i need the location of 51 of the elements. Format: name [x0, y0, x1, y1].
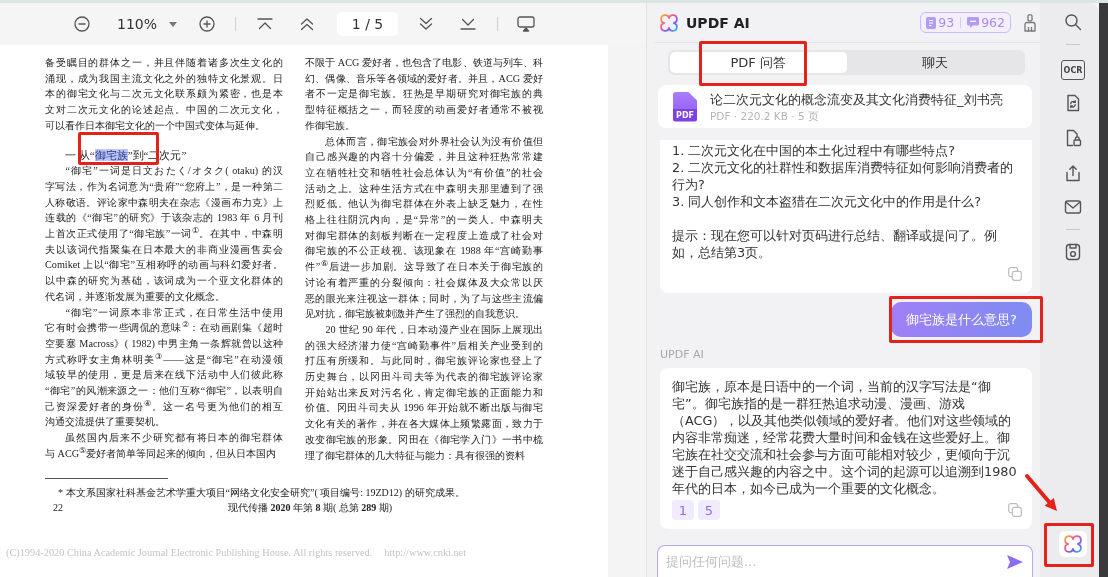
credit-count: 93 — [938, 15, 955, 30]
chat-bubble-icon — [967, 17, 980, 28]
four-petal-logo-icon — [660, 13, 678, 32]
broom-icon[interactable] — [1024, 13, 1036, 32]
page-number-field[interactable]: 1 / 5 — [337, 12, 399, 36]
envelope-icon[interactable] — [1064, 198, 1082, 216]
tab[interactable]: 聊天 — [846, 52, 1023, 73]
question-input[interactable]: 提问任何问题... — [657, 545, 1033, 577]
page-number: 22 — [53, 501, 64, 515]
file-name: 论二次元文化的概念流变及其文化消费特征_刘书亮 — [710, 90, 1003, 108]
zoom-dropdown[interactable]: 110% — [117, 16, 178, 32]
body-paragraph: 不限于 ACG 爱好者，也包含了电影、铁道与列车、科 幻、偶像、音乐等各领域的爱好者。并且，ACG 爱好 者不一定是御宅族。狂热是早期研究对御宅族的典 型特征概括之一，而轻度的动画爱好者通常不被视 作御宅族。 — [305, 56, 543, 133]
answer-text: 提示：现在您可以针对页码进行总结、翻译或提问了。例如，总结第3页。 — [672, 227, 998, 261]
source-url: http://www.cnki.net — [384, 547, 467, 559]
panel-title: UPDF AI — [686, 14, 750, 31]
send-icon[interactable] — [1006, 554, 1024, 570]
annotation-arrow — [1024, 473, 1060, 513]
plus-circle-icon[interactable] — [199, 16, 216, 32]
ai-assistant-button[interactable] — [1059, 531, 1087, 557]
body-paragraph: 总体而言，御宅族会对外界社会认为没有价值但 自己感兴趣的内容十分偏爱，并且这种狂热常常建 立在牺牲社交和牺牲社会总体认为“有价值”的社会 活动之上。这种生活方式在中森明夫那里遭到了强 烈贬低。他认为御宅群体在外表上缺乏魅力，在性 格上往往阴沉内向，是“异常”的一类人。中森明夫 对御宅群体的刻板判断在一定程度上造成了社会对 御宅族的不公正歧视。该现象在 1988 年“宫崎勤事 件”$^{⑥}$后进一步加剧。这导致了在日本关于御宅族的 讨论有着严重的分裂倾向：社会媒体及大众常以厌 恶的眼光来注视这一群体；同时，为了与这些主流偏 见对抗，御宅族被刺激并产生了强烈的自我意识。 — [305, 134, 543, 322]
body-paragraph: 虽然国内后来不少研究都有将日本的御宅群体 与 ACG$^{⑤}$爱好者简单等同起来的倾向，但从日本国内 — [45, 431, 283, 461]
footnote: * 本文系国家社科基金艺术学重大项目“网络文化安全研究”( 项目编号: 19ZD12) 的研究成果。 — [58, 486, 466, 500]
file-type-icon: PDF — [673, 91, 697, 122]
body-paragraph: 备受瞩目的群体之一，并且伴随着诸多次生文化的 涌现，成为我国主流文化之外的独特文化景观。日 本的御宅文化与二次元文化联系颇为紧密，也是本 文对二次元文化的论述起点。中国的二次元文化， 可以看作日本御宅文化的一个中国式变体与延伸。 — [45, 56, 283, 133]
body-paragraph: “御宅”一词原本非常正式，在日常生活中使用 它有时会携带一些调侃的意味$^{②}$：在动画剧集《超时 空要塞 Macross》( 1982) 中男主角一条辉就曾以这种 方式称呼女主角林明美$^{③}$——这是“御宅”在动漫领 域较早的使用，更是后来在线下活动中人们彼此称 “御宅”的风潮来源之一：他们互称“御宅”，以表明自 己资深爱好者的身份$^{④}$。这一名号更为他们的相互 沟通交流提供了重要契机。 — [45, 305, 283, 430]
question-bubble: 御宅族是什么意思? — [891, 302, 1032, 337]
caret-icon — [169, 21, 178, 27]
share-icon[interactable] — [1064, 164, 1082, 182]
annotation-frame — [1044, 523, 1094, 567]
search-icon[interactable] — [1064, 13, 1082, 31]
document-icon — [926, 16, 937, 29]
document-lock-icon[interactable] — [1064, 129, 1082, 147]
presentation-screen-icon[interactable] — [517, 16, 536, 32]
ocr-button[interactable]: OCR — [1061, 60, 1085, 80]
double-chevron-down-icon[interactable] — [418, 17, 435, 31]
double-chevron-up-icon[interactable] — [299, 17, 316, 31]
minus-circle-icon[interactable] — [74, 16, 90, 32]
save-icon[interactable] — [1064, 243, 1082, 261]
document-refresh-icon[interactable] — [1064, 94, 1082, 112]
body-paragraph: “御宅”一词是日文おたく/オタク( otaku) 的汉 字写法，作为名词意为“贵府”“您府上”，是一种第二 人称敬语。评论家中森明夫在杂志《漫画布力克》上 连载的《“御宅”的研究》于该杂志的 1983 年 6 月刊 上首次正式使用了“御宅族”一词$^{①}$。在其中，中森明 夫以该词代指聚集在日本最大的非商业漫画售卖会 Comiket 上以“御宅”互相称呼的动画与科幻爱好者。 以中森的研究为基础，该词成为一个亚文化群体的 代名词，并逐渐发展为重要的文化概念。 — [45, 164, 283, 304]
four-petal-logo-icon — [1064, 535, 1082, 553]
journal-info: 现代传播 2020 年第 8 期( 总第 289 期) — [228, 501, 393, 515]
file-meta: PDF · 220.2 KB · 5 页 — [710, 108, 820, 123]
chevron-up-bar-icon[interactable] — [257, 18, 274, 30]
sender-label: UPDF AI — [660, 349, 705, 361]
chevron-down-bar-icon[interactable] — [460, 18, 477, 30]
body-paragraph: 20 世纪 90 年代，日本动漫产业在国际上展现出 的强大经济潜力使“宫崎勤事件”后相关产业受到的 打压有所缓和。与此同时，御宅族评论家也登上了 历史舞台，以冈田斗司夫等为代表的御宅族评论家 开始站出来反对污名化，肯定御宅族的正面能力和 价值。冈田斗司夫从 1996 年开始就不断出版与御宅 文化有关的著作，并在各大媒体上频繁露面，致力于 改变御宅族的形象。冈田在《御宅学入门》一书中梳 理了御宅群体的几大特征与能力：具有很强的资料 — [305, 322, 543, 463]
credit-count: 962 — [981, 15, 1005, 30]
tab[interactable]: PDF 问答 — [670, 52, 847, 73]
answer-text: 御宅族，原本是日语中的一个词，当前的汉字写法是“御宅”。御宅族指的是一群狂热追求动漫、漫画、游戏（ACG），以及其他类似领域的爱好者。他们对这些领域的内容非常痴迷，经常花费大量时间和金钱在这些爱好上。御宅族在社交交流和社会参与方面可能相对较少，更倾向于沉迷于自己感兴趣的内容之中。这个词的起源可以追溯到1980年代的日本，如今已成为一个重要的文化概念。 — [672, 378, 1018, 497]
answer-text: 1. 二次元文化在中国的本土化过程中有哪些特点? 2. 二次元文化的社群性和数据库消费特征如何影响消费者的行为? 3. 同人创作和文本盗猎在二次元文化中的作用是什么? — [672, 142, 1015, 210]
